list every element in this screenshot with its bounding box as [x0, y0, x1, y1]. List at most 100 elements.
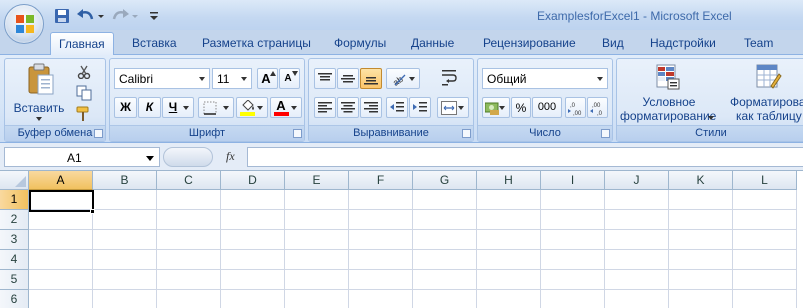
cell-g1[interactable] [413, 190, 477, 210]
cell-j6[interactable] [605, 290, 669, 308]
cell-h5[interactable] [477, 270, 541, 290]
cell-e5[interactable] [285, 270, 349, 290]
redo-dropdown-icon[interactable] [131, 8, 139, 24]
cell-c1[interactable] [157, 190, 221, 210]
merge-center-button[interactable] [437, 97, 469, 118]
cell-k5[interactable] [669, 270, 733, 290]
cell-k2[interactable] [669, 210, 733, 230]
cell-e2[interactable] [285, 210, 349, 230]
cut-icon[interactable] [77, 65, 91, 79]
cell-k1[interactable] [669, 190, 733, 210]
column-header-d[interactable]: D [221, 171, 285, 190]
cell-e4[interactable] [285, 250, 349, 270]
tab-data[interactable]: Данные [411, 34, 454, 54]
currency-format-button[interactable] [482, 97, 510, 118]
column-header-b[interactable]: B [93, 171, 157, 190]
cell-i1[interactable] [541, 190, 605, 210]
cell-l2[interactable] [733, 210, 797, 230]
cell-e3[interactable] [285, 230, 349, 250]
font-launcher-icon[interactable] [293, 129, 302, 138]
copy-icon[interactable] [76, 85, 92, 101]
tab-review[interactable]: Рецензирование [483, 34, 576, 54]
underline-button[interactable]: Ч [162, 97, 194, 118]
active-cell-a1[interactable] [29, 190, 94, 212]
undo-icon[interactable] [76, 8, 96, 24]
cell-k6[interactable] [669, 290, 733, 308]
column-header-j[interactable]: J [605, 171, 669, 190]
increase-indent-button[interactable] [409, 97, 431, 118]
cell-b3[interactable] [93, 230, 157, 250]
column-header-g[interactable]: G [413, 171, 477, 190]
cell-l6[interactable] [733, 290, 797, 308]
cell-i5[interactable] [541, 270, 605, 290]
cell-b1[interactable] [93, 190, 157, 210]
percent-button[interactable]: % [511, 97, 531, 118]
cell-d1[interactable] [221, 190, 285, 210]
cell-h3[interactable] [477, 230, 541, 250]
tab-insert[interactable]: Вставка [132, 34, 177, 54]
cell-b5[interactable] [93, 270, 157, 290]
column-header-a[interactable]: A [29, 171, 93, 190]
customize-arrow-icon[interactable] [149, 8, 159, 24]
cell-f3[interactable] [349, 230, 413, 250]
decrease-decimal-button[interactable]: ,00,0 [587, 97, 608, 118]
italic-button[interactable]: К [138, 97, 161, 118]
tab-home[interactable]: Главная [50, 32, 114, 55]
cell-g6[interactable] [413, 290, 477, 308]
cell-d2[interactable] [221, 210, 285, 230]
font-name-combo[interactable]: Calibri [114, 68, 210, 89]
increase-decimal-button[interactable]: ,0,00 [565, 97, 586, 118]
row-header-3[interactable]: 3 [0, 230, 29, 250]
cell-l5[interactable] [733, 270, 797, 290]
cell-d3[interactable] [221, 230, 285, 250]
cell-a6[interactable] [29, 290, 93, 308]
cell-c3[interactable] [157, 230, 221, 250]
orientation-button[interactable]: ab [386, 68, 420, 89]
alignment-launcher-icon[interactable] [462, 129, 471, 138]
shrink-font-button[interactable]: A [279, 68, 300, 89]
office-button[interactable] [4, 4, 44, 44]
cell-l3[interactable] [733, 230, 797, 250]
format-as-table-button[interactable]: Форматирова как таблицу [721, 60, 803, 124]
cell-j5[interactable] [605, 270, 669, 290]
paste-button[interactable]: Вставить [7, 60, 69, 124]
grow-font-button[interactable]: A [257, 68, 278, 89]
formula-input[interactable] [247, 147, 803, 167]
number-format-combo[interactable]: Общий [482, 68, 608, 89]
cell-d4[interactable] [221, 250, 285, 270]
cell-d5[interactable] [221, 270, 285, 290]
column-header-h[interactable]: H [477, 171, 541, 190]
name-box-dropdown-icon[interactable] [146, 156, 154, 161]
name-box[interactable]: A1 [4, 147, 160, 167]
cell-e6[interactable] [285, 290, 349, 308]
cell-l4[interactable] [733, 250, 797, 270]
cell-b2[interactable] [93, 210, 157, 230]
cell-f2[interactable] [349, 210, 413, 230]
tab-addins[interactable]: Надстройки [650, 34, 716, 54]
font-color-button[interactable]: A [270, 97, 302, 118]
cell-i4[interactable] [541, 250, 605, 270]
cell-i3[interactable] [541, 230, 605, 250]
column-header-k[interactable]: K [669, 171, 733, 190]
column-header-e[interactable]: E [285, 171, 349, 190]
tab-page-layout[interactable]: Разметка страницы [202, 34, 311, 54]
row-header-1[interactable]: 1 [0, 190, 29, 210]
align-middle-button[interactable] [337, 68, 359, 89]
cell-f4[interactable] [349, 250, 413, 270]
cell-e1[interactable] [285, 190, 349, 210]
cell-j3[interactable] [605, 230, 669, 250]
cell-f1[interactable] [349, 190, 413, 210]
insert-function-button[interactable]: fx [226, 149, 235, 164]
tab-formulas[interactable]: Формулы [334, 34, 386, 54]
cell-b4[interactable] [93, 250, 157, 270]
cell-j4[interactable] [605, 250, 669, 270]
row-header-2[interactable]: 2 [0, 210, 29, 230]
cell-c5[interactable] [157, 270, 221, 290]
cell-g3[interactable] [413, 230, 477, 250]
clipboard-launcher-icon[interactable] [94, 129, 103, 138]
cell-h4[interactable] [477, 250, 541, 270]
wrap-text-button[interactable] [437, 65, 461, 91]
cell-l1[interactable] [733, 190, 797, 210]
undo-dropdown-icon[interactable] [97, 8, 105, 24]
number-launcher-icon[interactable] [601, 129, 610, 138]
